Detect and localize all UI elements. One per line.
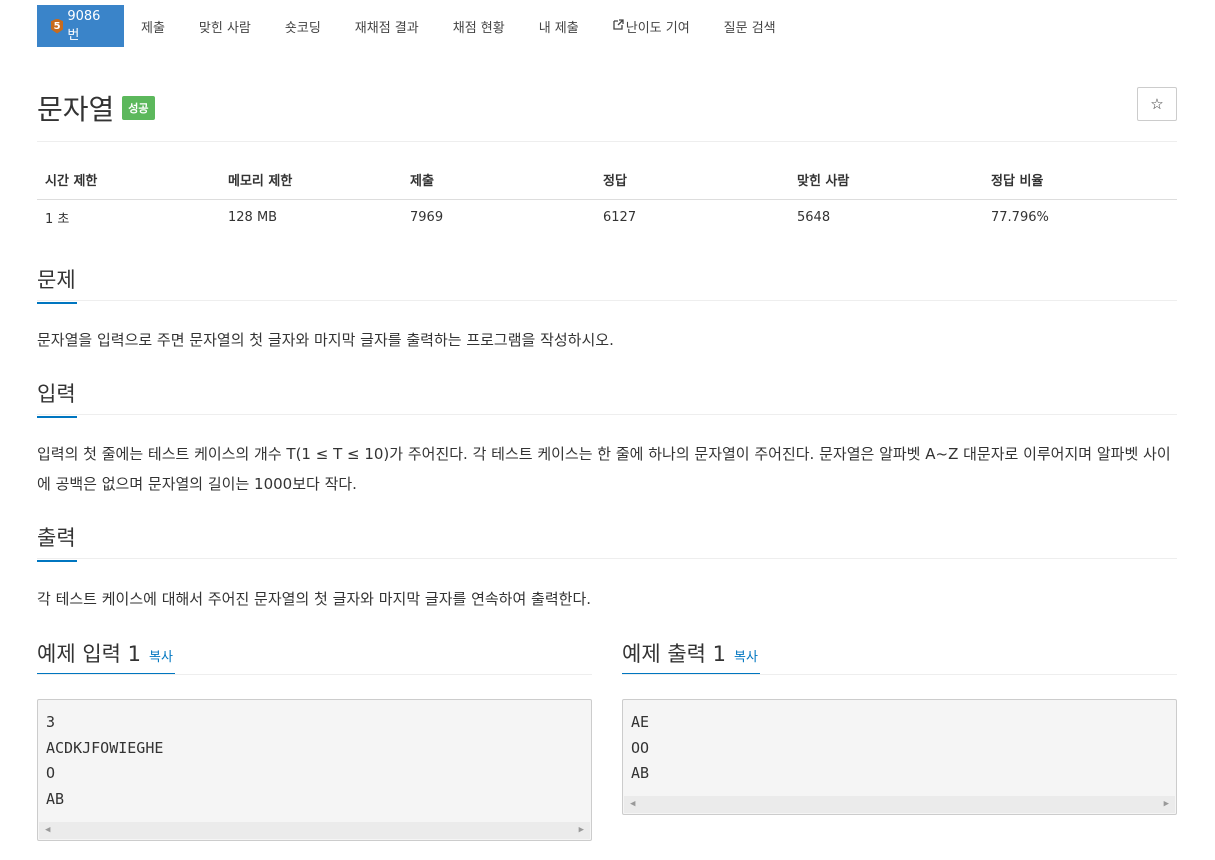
problem-menu: 5 9086번 제출 맞힌 사람 숏코딩 재채점 결과 채점 현황 내 제출 난… bbox=[37, 5, 793, 47]
sample-input-line: ACDKJFOWIEGHE bbox=[46, 738, 164, 757]
star-button[interactable]: ☆ bbox=[1137, 87, 1177, 121]
output-heading-text: 출력 bbox=[37, 526, 76, 550]
value-submissions: 7969 bbox=[410, 210, 444, 225]
scroll-right-icon[interactable]: ▶ bbox=[1164, 799, 1169, 809]
problem-heading: 문제 bbox=[37, 264, 77, 304]
output-description: 각 테스트 케이스에 대해서 주어진 문자열의 첫 글자와 마지막 글자를 연속… bbox=[37, 590, 592, 608]
info-header-row: 시간 제한 메모리 제한 제출 정답 맞힌 사람 정답 비율 bbox=[37, 160, 1177, 200]
header-time-limit: 시간 제한 bbox=[37, 160, 220, 200]
sample-input-box[interactable]: 3 ACDKJFOWIEGHE O AB ◀ ▶ bbox=[37, 699, 592, 841]
divider bbox=[37, 141, 1177, 142]
nav-difficulty-contribution[interactable]: 난이도 기여 bbox=[596, 5, 707, 47]
value-accept-ratio: 77.796% bbox=[991, 210, 1049, 225]
horizontal-scrollbar[interactable]: ◀ ▶ bbox=[624, 796, 1175, 813]
sample-output-line: OO bbox=[631, 738, 650, 757]
page-title: 문자열 bbox=[37, 93, 115, 126]
sample-output-heading: 예제 출력 1 복사 bbox=[622, 638, 758, 668]
sample-output-line: AE bbox=[631, 713, 650, 731]
divider bbox=[37, 414, 1177, 415]
sample-input-line: 3 bbox=[46, 713, 56, 731]
sample-input-line: AB bbox=[46, 789, 65, 808]
problem-number: 9086번 bbox=[67, 9, 101, 43]
value-accepted: 6127 bbox=[603, 210, 637, 225]
nav-submit[interactable]: 제출 bbox=[124, 5, 182, 47]
output-heading: 출력 bbox=[37, 522, 77, 562]
header-submissions: 제출 bbox=[402, 160, 595, 200]
nav-difficulty-label: 난이도 기여 bbox=[625, 20, 690, 36]
sample-output-title: 예제 출력 1 bbox=[622, 642, 726, 666]
input-heading-text: 입력 bbox=[37, 382, 76, 406]
input-description: 입력의 첫 줄에는 테스트 케이스의 개수 T(1 ≤ T ≤ 10)가 주어진… bbox=[37, 445, 1171, 493]
copy-input-button[interactable]: 복사 bbox=[149, 646, 173, 665]
divider bbox=[37, 674, 592, 675]
value-memory-limit: 128 MB bbox=[228, 210, 278, 225]
header-solved-users: 맞힌 사람 bbox=[789, 160, 983, 200]
sample-input-heading: 예제 입력 1 복사 bbox=[37, 638, 173, 668]
nav-my-submissions[interactable]: 내 제출 bbox=[522, 5, 596, 47]
nav-short-coding[interactable]: 숏코딩 bbox=[268, 5, 338, 47]
nav-question-search[interactable]: 질문 검색 bbox=[707, 5, 793, 47]
heading-underline bbox=[37, 302, 77, 304]
divider bbox=[37, 558, 1177, 559]
nav-solved-users[interactable]: 맞힌 사람 bbox=[182, 5, 268, 47]
header-memory-limit: 메모리 제한 bbox=[220, 160, 402, 200]
problem-heading-text: 문제 bbox=[37, 268, 76, 292]
tier-badge-icon: 5 bbox=[51, 18, 64, 34]
nav-status[interactable]: 채점 현황 bbox=[436, 5, 522, 47]
header-accept-ratio: 정답 비율 bbox=[983, 160, 1177, 200]
sample-output-lines: AE OO AB bbox=[623, 700, 1176, 787]
page-title-row: 문자열 성공 bbox=[37, 88, 155, 128]
sample-input-title: 예제 입력 1 bbox=[37, 642, 141, 666]
sample-output-line: AB bbox=[631, 764, 650, 782]
scroll-left-icon[interactable]: ◀ bbox=[630, 799, 635, 809]
heading-underline bbox=[37, 560, 77, 562]
copy-output-button[interactable]: 복사 bbox=[734, 646, 758, 665]
heading-underline bbox=[37, 416, 77, 418]
divider bbox=[622, 674, 1177, 675]
value-solved-users: 5648 bbox=[797, 210, 831, 225]
header-accepted: 정답 bbox=[595, 160, 789, 200]
external-link-icon bbox=[613, 19, 624, 33]
input-heading: 입력 bbox=[37, 378, 77, 418]
value-time-limit: 1 초 bbox=[45, 212, 70, 227]
nav-rejudge-results[interactable]: 재채점 결과 bbox=[338, 5, 436, 47]
horizontal-scrollbar[interactable]: ◀ ▶ bbox=[39, 822, 590, 839]
star-icon: ☆ bbox=[1150, 95, 1164, 113]
scroll-right-icon[interactable]: ▶ bbox=[579, 825, 584, 835]
problem-description: 문자열을 입력으로 주면 문자열의 첫 글자와 마지막 글자를 출력하는 프로그… bbox=[37, 331, 614, 349]
sample-input-lines: 3 ACDKJFOWIEGHE O AB bbox=[38, 700, 591, 812]
scroll-left-icon[interactable]: ◀ bbox=[45, 825, 50, 835]
status-badge: 성공 bbox=[122, 96, 155, 120]
sample-output-box[interactable]: AE OO AB ◀ ▶ bbox=[622, 699, 1177, 815]
info-value-row: 1 초 128 MB 7969 6127 5648 77.796% bbox=[37, 200, 1177, 236]
nav-problem-number[interactable]: 5 9086번 bbox=[37, 5, 124, 47]
problem-info-table: 시간 제한 메모리 제한 제출 정답 맞힌 사람 정답 비율 1 초 128 M… bbox=[37, 160, 1177, 235]
sample-input-line: O bbox=[46, 764, 56, 782]
divider bbox=[37, 300, 1177, 301]
